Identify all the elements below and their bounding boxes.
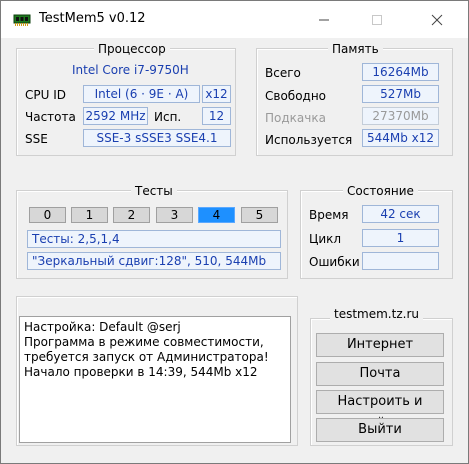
cpu-id-field: Intel (6 · 9E · A)	[83, 85, 200, 103]
minimize-icon	[319, 19, 329, 21]
status-group-title: Состояние	[343, 184, 418, 198]
internet-button[interactable]: Интернет	[316, 333, 444, 357]
errors-label: Ошибки	[309, 255, 360, 269]
cpu-threads-field: x12	[202, 85, 231, 103]
used-threads-label: Исп.	[154, 110, 182, 124]
processor-group-title: Процессор	[94, 42, 170, 56]
frequency-label: Частота	[25, 110, 76, 124]
frequency-field: 2592 MHz	[83, 107, 148, 125]
log-textbox[interactable]: Настройка: Default @serj Программа в реж…	[19, 316, 291, 443]
memory-total-label: Всего	[265, 66, 301, 80]
memory-used-field: 544Mb x12	[362, 129, 439, 147]
errors-field	[362, 252, 439, 270]
minimize-button[interactable]	[301, 1, 347, 39]
test-tab-4[interactable]: 4	[198, 207, 235, 223]
current-test-field: "Зеркальный сдвиг:128", 510, 544Mb	[27, 252, 281, 270]
app-memory-chip-icon	[13, 13, 31, 27]
used-threads-field: 12	[202, 107, 231, 125]
test-tab-0[interactable]: 0	[29, 207, 66, 223]
cpu-model: Intel Core i7-9750H	[72, 63, 189, 77]
maximize-button[interactable]	[354, 1, 400, 39]
window-title: TestMem5 v0.12	[39, 11, 146, 26]
memory-used-label: Используется	[265, 133, 353, 147]
title-bar[interactable]: TestMem5 v0.12	[0, 0, 469, 38]
test-tab-1[interactable]: 1	[71, 207, 108, 223]
cycle-label: Цикл	[309, 232, 342, 246]
sse-field: SSE-3 sSSE3 SSE4.1	[83, 129, 231, 147]
test-tab-5[interactable]: 5	[241, 207, 278, 223]
test-tab-2[interactable]: 2	[113, 207, 150, 223]
sse-label: SSE	[25, 132, 48, 146]
time-field: 42 сек	[362, 205, 439, 223]
memory-group-title: Память	[328, 42, 383, 56]
memory-free-field: 527Mb	[362, 85, 439, 103]
swap-label: Подкачка	[265, 111, 326, 125]
exit-button[interactable]: Выйти	[316, 418, 444, 442]
test-sequence-field: Тесты: 2,5,1,4	[27, 230, 281, 248]
cpu-id-label: CPU ID	[25, 88, 66, 102]
memory-free-label: Свободно	[265, 89, 327, 103]
mail-button[interactable]: Почта	[316, 362, 444, 386]
time-label: Время	[309, 208, 349, 222]
swap-field: 27370Mb	[362, 107, 439, 125]
memory-total-field: 16264Mb	[362, 63, 439, 81]
maximize-icon	[372, 15, 382, 25]
close-button[interactable]	[414, 1, 460, 39]
close-icon	[431, 14, 443, 26]
test-tab-3[interactable]: 3	[156, 207, 193, 223]
site-link[interactable]: testmem.tz.ru	[330, 307, 423, 321]
cycle-field: 1	[362, 229, 439, 247]
configure-and-exit-button[interactable]: Настроить и выйти	[316, 390, 444, 431]
tests-group-title: Тесты	[131, 184, 177, 198]
